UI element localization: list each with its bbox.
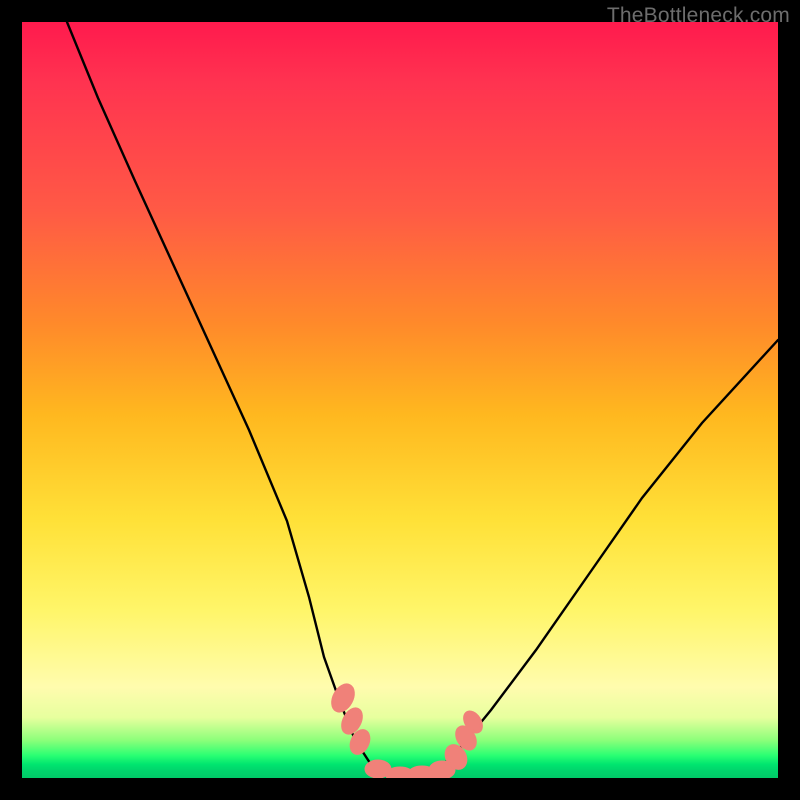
chart-frame: TheBottleneck.com bbox=[0, 0, 800, 800]
watermark-text: TheBottleneck.com bbox=[607, 4, 790, 28]
plot-area bbox=[22, 22, 778, 778]
curve-layer bbox=[22, 22, 778, 778]
fit-region-markers bbox=[328, 681, 484, 778]
bottleneck-curve bbox=[67, 22, 778, 778]
